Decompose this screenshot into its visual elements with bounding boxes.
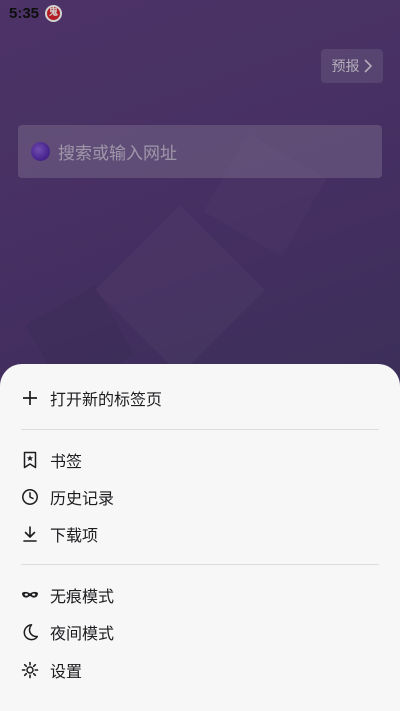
menu-item-downloads[interactable]: 下载项 [0, 516, 400, 552]
browser-home-screen: 5:35 鬼 预报 搜索或输入网址 打开新的标签页 书签 历史记录 下载项 无痕… [0, 0, 400, 711]
menu-divider [21, 564, 379, 565]
menu-divider [21, 429, 379, 430]
menu-item-label: 设置 [50, 662, 83, 681]
moon-icon [21, 623, 39, 641]
menu-bottom-sheet: 打开新的标签页 书签 历史记录 下载项 无痕模式 夜间模式 设置 [0, 364, 400, 711]
gear-icon [21, 661, 39, 679]
download-icon [21, 525, 39, 543]
menu-item-new-tab[interactable]: 打开新的标签页 [0, 380, 400, 416]
menu-item-settings[interactable]: 设置 [0, 652, 400, 688]
incognito-mask-icon [21, 586, 39, 604]
menu-item-label: 打开新的标签页 [50, 390, 163, 409]
bookmark-star-icon [21, 451, 39, 469]
menu-item-history[interactable]: 历史记录 [0, 479, 400, 515]
menu-item-label: 无痕模式 [50, 587, 115, 606]
menu-item-night-mode[interactable]: 夜间模式 [0, 614, 400, 650]
menu-item-label: 历史记录 [50, 489, 115, 508]
clock-icon [21, 488, 39, 506]
menu-item-label: 下载项 [50, 526, 99, 545]
menu-item-bookmarks[interactable]: 书签 [0, 442, 400, 478]
plus-icon [21, 389, 39, 407]
menu-item-label: 书签 [50, 452, 83, 471]
menu-item-incognito[interactable]: 无痕模式 [0, 577, 400, 613]
menu-item-label: 夜间模式 [50, 624, 115, 643]
